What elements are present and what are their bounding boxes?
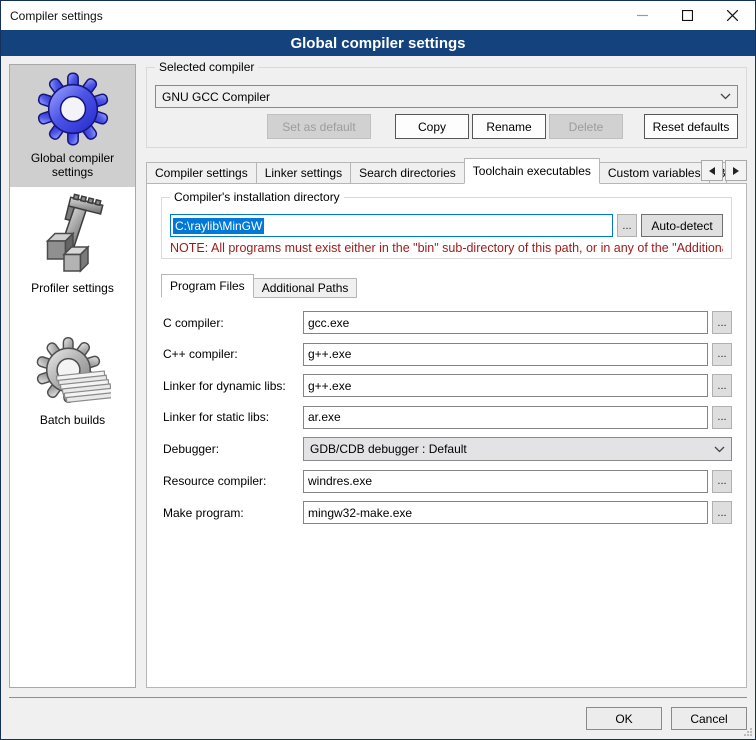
sidebar-item-label: Profiler settings	[31, 281, 114, 295]
installation-directory-group-label: Compiler's installation directory	[170, 190, 344, 204]
gray-gear-stack-icon	[35, 337, 111, 409]
tab-search-directories[interactable]: Search directories	[350, 162, 465, 184]
compiler-select[interactable]: GNU GCC Compiler	[155, 85, 738, 108]
resource-compiler-browse-button[interactable]: ...	[712, 470, 732, 493]
dialog-footer: OK Cancel	[1, 698, 755, 739]
field-label: Resource compiler:	[161, 474, 303, 488]
toolchain-executables-panel: Compiler's installation directory C:\ray…	[146, 183, 747, 688]
tab-compiler-settings[interactable]: Compiler settings	[146, 162, 257, 184]
debugger-select[interactable]: GDB/CDB debugger : Default	[303, 437, 732, 461]
installation-directory-browse-button[interactable]: ...	[617, 214, 637, 237]
bin-subdirectory-note: NOTE: All programs must exist either in …	[170, 241, 723, 255]
title-bar[interactable]: Compiler settings	[1, 1, 755, 30]
close-button[interactable]	[710, 1, 755, 30]
minimize-icon	[637, 10, 648, 21]
selected-compiler-group: Selected compiler GNU GCC Compiler Set a…	[146, 67, 747, 148]
dynamic-linker-browse-button[interactable]: ...	[712, 374, 732, 397]
installation-directory-group: Compiler's installation directory C:\ray…	[161, 197, 732, 259]
installation-directory-input[interactable]: C:\raylib\MinGW	[170, 214, 613, 237]
selected-compiler-group-label: Selected compiler	[155, 60, 258, 74]
rename-button[interactable]: Rename	[472, 114, 546, 139]
arrow-right-icon	[733, 167, 739, 175]
tab-linker-settings[interactable]: Linker settings	[256, 162, 351, 184]
dynamic-linker-input[interactable]	[303, 374, 708, 397]
sidebar-item-label: Global compiler settings	[12, 151, 133, 179]
settings-sidebar: Global compiler settings	[9, 64, 136, 688]
tab-custom-variables[interactable]: Custom variables	[599, 162, 710, 184]
field-label: C compiler:	[161, 316, 303, 330]
chevron-down-icon	[720, 93, 731, 100]
cpp-compiler-row: C++ compiler: ...	[161, 343, 732, 366]
compiler-select-value: GNU GCC Compiler	[162, 90, 720, 104]
make-program-browse-button[interactable]: ...	[712, 501, 732, 524]
auto-detect-button[interactable]: Auto-detect	[641, 214, 723, 237]
installation-directory-selected-text: C:\raylib\MinGW	[173, 218, 264, 234]
maximize-icon	[682, 10, 693, 21]
cpp-compiler-input[interactable]	[303, 343, 708, 366]
cpp-compiler-browse-button[interactable]: ...	[712, 343, 732, 366]
debugger-select-value: GDB/CDB debugger : Default	[310, 442, 714, 456]
make-program-input[interactable]	[303, 501, 708, 524]
window-title: Compiler settings	[1, 9, 620, 23]
debugger-row: Debugger: GDB/CDB debugger : Default	[161, 437, 732, 461]
caliper-icon	[36, 193, 110, 277]
page-title: Global compiler settings	[1, 30, 755, 56]
c-compiler-input[interactable]	[303, 311, 708, 334]
field-label: Make program:	[161, 506, 303, 520]
chevron-down-icon	[714, 446, 725, 453]
resource-compiler-input[interactable]	[303, 470, 708, 493]
settings-tabstrip: Compiler settings Linker settings Search…	[146, 157, 747, 184]
copy-button[interactable]: Copy	[395, 114, 469, 139]
static-linker-input[interactable]	[303, 406, 708, 429]
dynamic-linker-row: Linker for dynamic libs: ...	[161, 374, 732, 397]
field-label: Linker for dynamic libs:	[161, 379, 303, 393]
resize-grip[interactable]	[743, 727, 753, 737]
tab-toolchain-executables[interactable]: Toolchain executables	[464, 158, 600, 184]
reset-defaults-button[interactable]: Reset defaults	[644, 114, 738, 139]
subtab-program-files[interactable]: Program Files	[161, 274, 254, 298]
c-compiler-row: C compiler: ...	[161, 311, 732, 334]
subtab-additional-paths[interactable]: Additional Paths	[253, 278, 358, 298]
program-files-tabstrip: Program Files Additional Paths	[161, 273, 732, 298]
blue-gear-icon	[36, 71, 110, 147]
static-linker-browse-button[interactable]: ...	[712, 406, 732, 429]
cancel-button[interactable]: Cancel	[671, 707, 747, 730]
sidebar-item-label: Batch builds	[40, 413, 105, 427]
program-files-form: C compiler: ... C++ compiler: ... Linker…	[161, 311, 732, 533]
static-linker-row: Linker for static libs: ...	[161, 406, 732, 429]
field-label: C++ compiler:	[161, 347, 303, 361]
arrow-left-icon	[709, 167, 715, 175]
sidebar-item-batch-builds[interactable]: Batch builds	[10, 331, 135, 435]
sidebar-item-profiler-settings[interactable]: Profiler settings	[10, 187, 135, 303]
resource-compiler-row: Resource compiler: ...	[161, 470, 732, 493]
compiler-settings-dialog: Compiler settings Global compiler settin…	[0, 0, 756, 740]
tab-scroll-right-button[interactable]	[725, 160, 747, 181]
set-as-default-button[interactable]: Set as default	[267, 114, 371, 139]
ok-button[interactable]: OK	[586, 707, 662, 730]
field-label: Debugger:	[161, 442, 303, 456]
sidebar-item-global-compiler-settings[interactable]: Global compiler settings	[10, 65, 135, 187]
maximize-button[interactable]	[665, 1, 710, 30]
minimize-button[interactable]	[620, 1, 665, 30]
make-program-row: Make program: ...	[161, 501, 732, 524]
tab-scroll-left-button[interactable]	[701, 160, 723, 181]
delete-button[interactable]: Delete	[549, 114, 623, 139]
field-label: Linker for static libs:	[161, 410, 303, 424]
c-compiler-browse-button[interactable]: ...	[712, 311, 732, 334]
close-icon	[727, 10, 738, 21]
